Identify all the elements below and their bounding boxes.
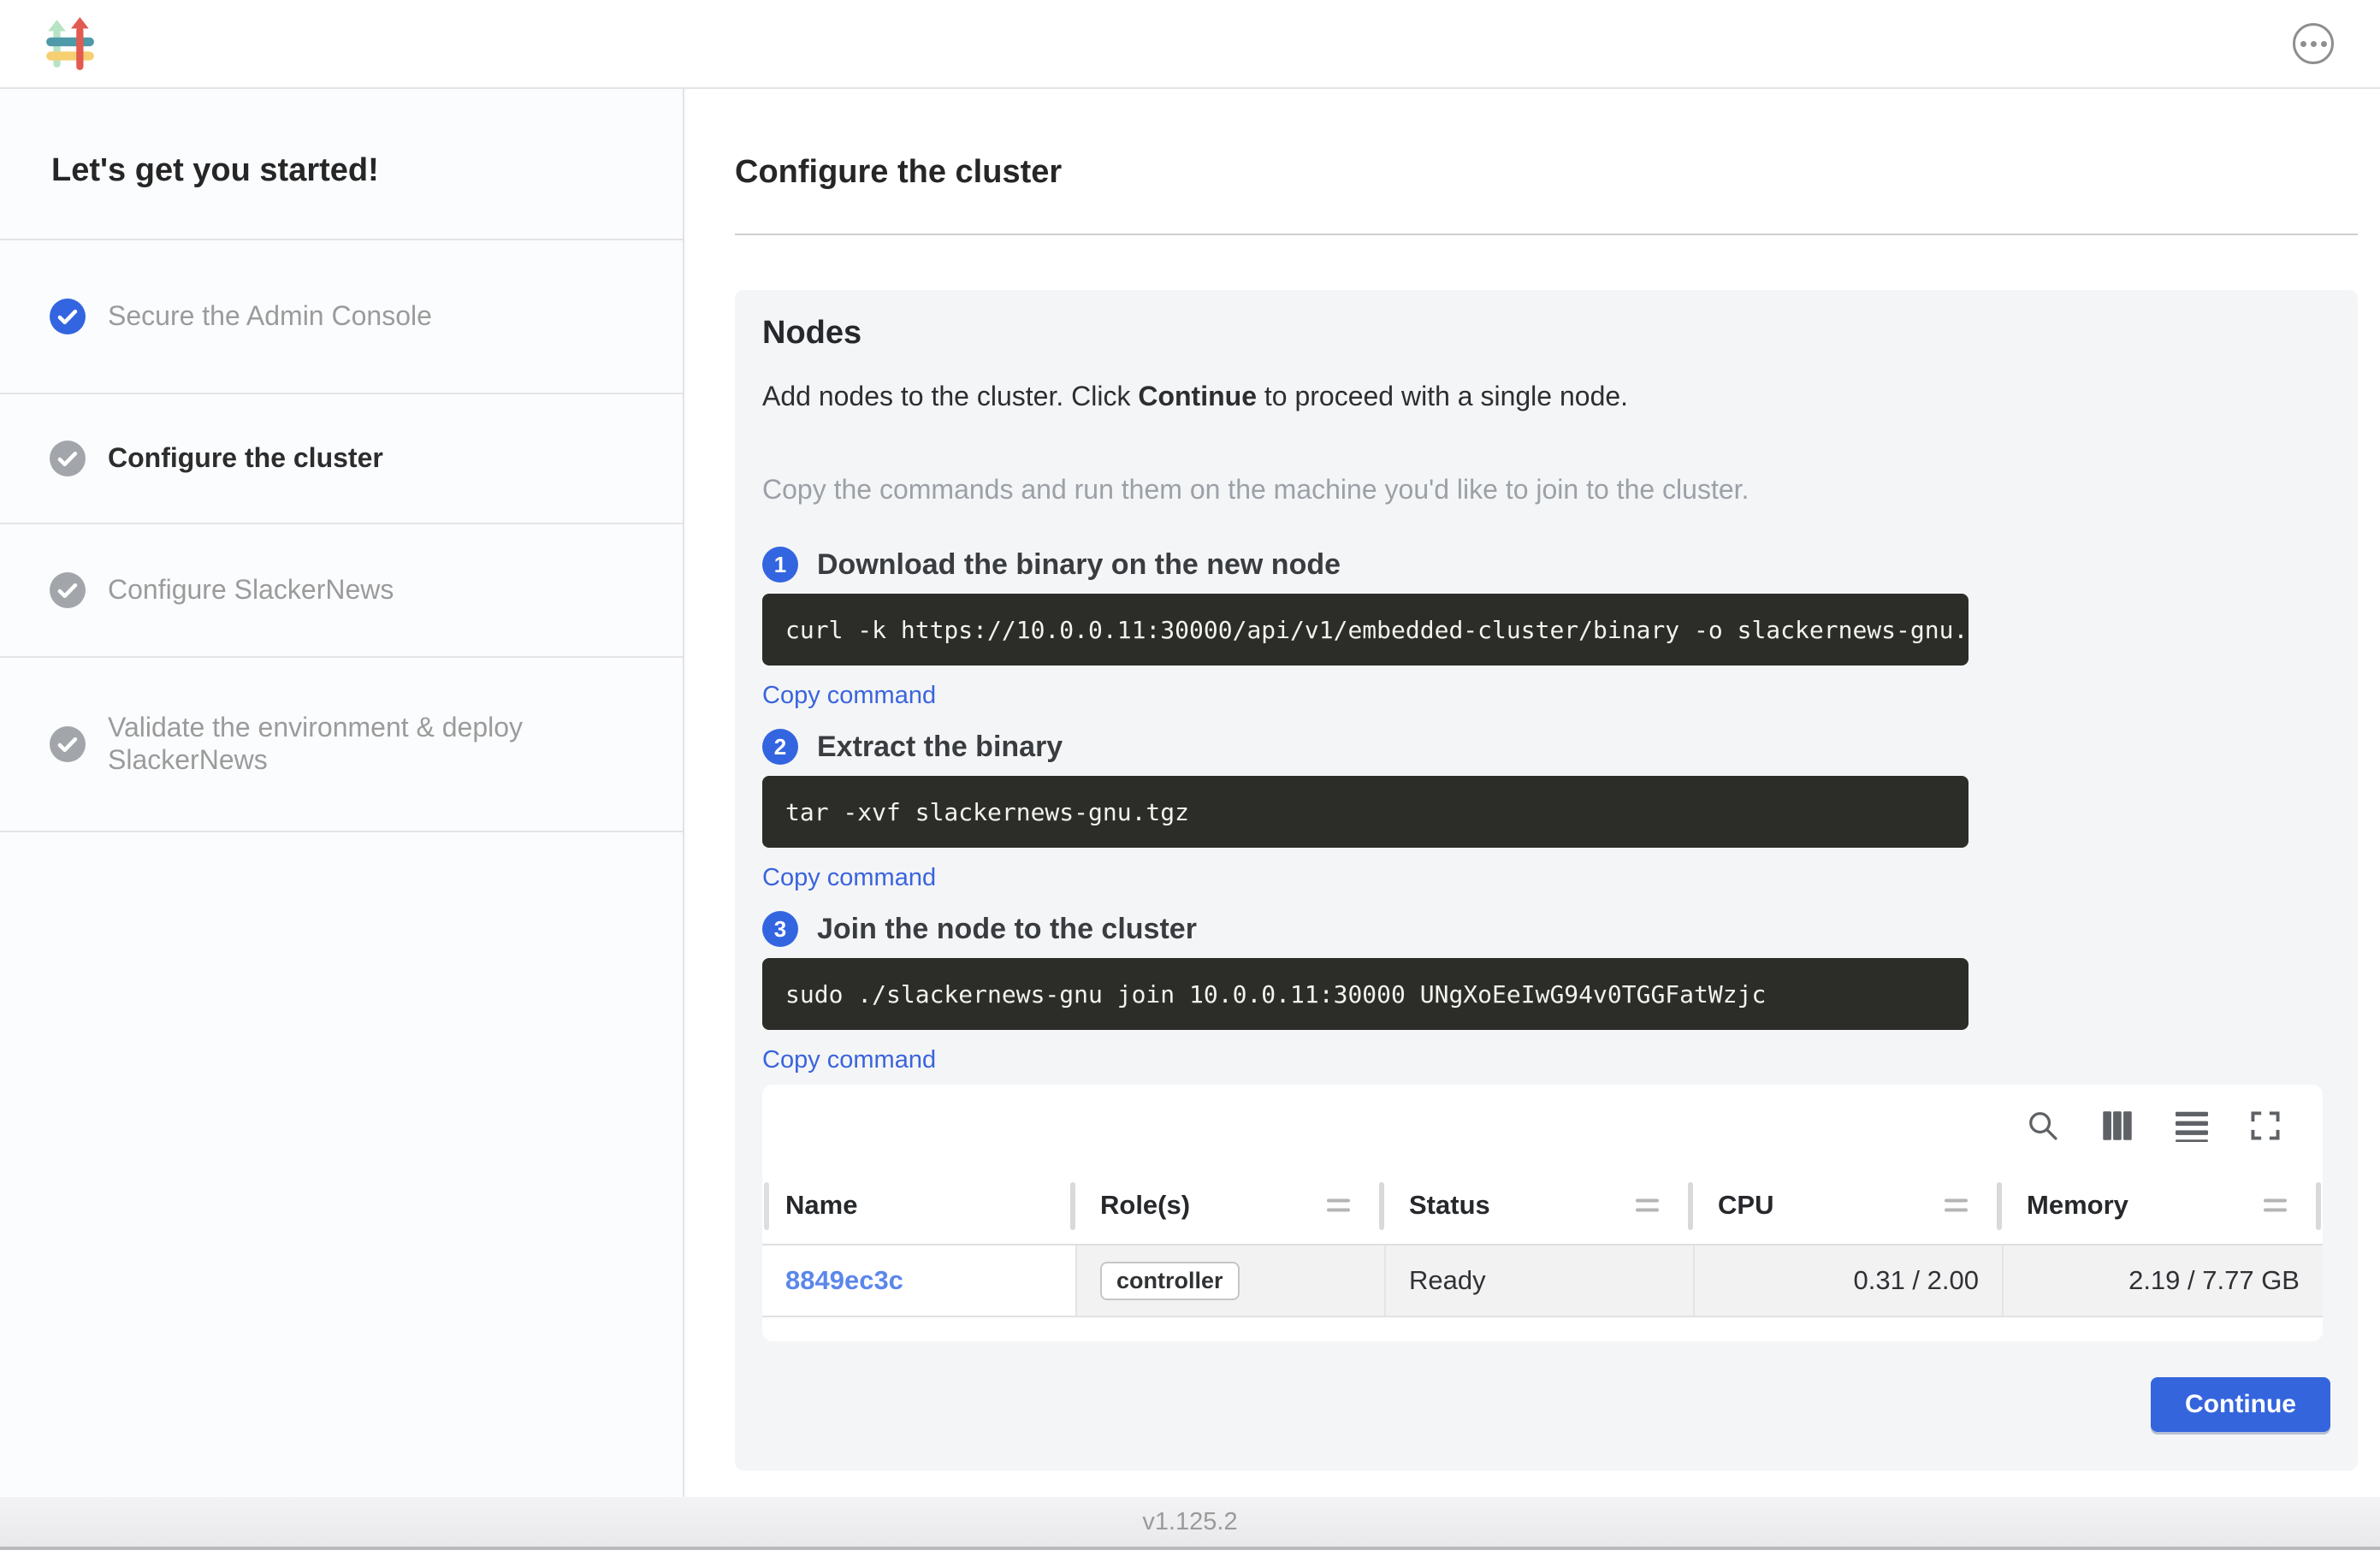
sidebar-item-configure-slackernews[interactable]: Configure SlackerNews — [0, 523, 683, 656]
copy-command-link[interactable]: Copy command — [762, 1045, 936, 1074]
setup-sidebar: Let's get you started! Secure the Admin … — [0, 89, 684, 1497]
command-code-block: curl -k https://10.0.0.11:30000/api/v1/e… — [762, 594, 1969, 666]
step-extract-binary: 2 Extract the binary tar -xvf slackernew… — [762, 729, 2330, 892]
check-circle-pending-icon — [50, 441, 86, 476]
column-header-name[interactable]: Name — [762, 1167, 1077, 1244]
column-header-label: Name — [785, 1190, 857, 1221]
content-row: Let's get you started! Secure the Admin … — [0, 89, 2380, 1497]
fullscreen-icon[interactable] — [2251, 1111, 2280, 1140]
continue-button[interactable]: Continue — [2151, 1377, 2330, 1432]
command-code-block: sudo ./slackernews-gnu join 10.0.0.11:30… — [762, 958, 1969, 1030]
command-code-block: tar -xvf slackernews-gnu.tgz — [762, 776, 1969, 848]
density-icon[interactable] — [2176, 1109, 2208, 1142]
app-footer: v1.125.2 — [0, 1497, 2380, 1550]
sidebar-item-label: Validate the environment & deploy Slacke… — [108, 712, 642, 777]
main-panel: Configure the cluster Nodes Add nodes to… — [684, 89, 2380, 1497]
node-name-link[interactable]: 8849ec3c — [785, 1265, 903, 1296]
column-menu-icon[interactable] — [1636, 1199, 1659, 1212]
step-number-badge: 2 — [762, 729, 798, 765]
sidebar-item-configure-cluster[interactable]: Configure the cluster — [0, 393, 683, 523]
column-header-label: Memory — [2027, 1190, 2128, 1221]
version-label: v1.125.2 — [1142, 1508, 1237, 1547]
step-label: Download the binary on the new node — [817, 548, 1341, 582]
column-header-memory[interactable]: Memory — [2004, 1167, 2323, 1244]
node-name-cell: 8849ec3c — [762, 1245, 1077, 1316]
step-label: Join the node to the cluster — [817, 913, 1197, 946]
column-menu-icon[interactable] — [2264, 1199, 2287, 1212]
node-status-cell: Ready — [1386, 1245, 1695, 1316]
column-resize-handle[interactable] — [1070, 1182, 1075, 1230]
column-resize-handle[interactable] — [1997, 1182, 2002, 1230]
search-icon[interactable] — [2027, 1109, 2059, 1142]
sidebar-item-label: Secure the Admin Console — [108, 300, 432, 333]
table-row: 8849ec3c controller Ready 0.31 / 2.00 2.… — [762, 1245, 2323, 1317]
node-roles-cell: controller — [1077, 1245, 1386, 1316]
intro-text-before: Add nodes to the cluster. Click — [762, 381, 1138, 411]
node-cpu-cell: 0.31 / 2.00 — [1695, 1245, 2004, 1316]
step-download-binary: 1 Download the binary on the new node cu… — [762, 547, 2330, 710]
table-header-row: Name Role(s) Status — [762, 1167, 2323, 1245]
column-menu-icon[interactable] — [1945, 1199, 1968, 1212]
column-header-status[interactable]: Status — [1386, 1167, 1695, 1244]
column-resize-handle[interactable] — [764, 1182, 769, 1230]
intro-text-bold: Continue — [1138, 381, 1257, 411]
copy-instruction-text: Copy the commands and run them on the ma… — [762, 474, 2330, 506]
columns-icon[interactable] — [2102, 1110, 2133, 1141]
copy-command-link[interactable]: Copy command — [762, 681, 936, 710]
top-bar — [0, 0, 2380, 89]
table-toolbar — [762, 1085, 2323, 1167]
column-header-label: Role(s) — [1100, 1190, 1190, 1221]
step-label: Extract the binary — [817, 731, 1063, 764]
sidebar-item-label: Configure SlackerNews — [108, 574, 394, 606]
node-memory-cell: 2.19 / 7.77 GB — [2004, 1245, 2323, 1316]
card-actions: Continue — [762, 1377, 2330, 1432]
step-join-node: 3 Join the node to the cluster sudo ./sl… — [762, 911, 2330, 1074]
page-title: Configure the cluster — [735, 153, 2358, 191]
sidebar-item-validate-deploy[interactable]: Validate the environment & deploy Slacke… — [0, 656, 683, 832]
intro-text-after: to proceed with a single node. — [1257, 381, 1628, 411]
admin-console-app: Let's get you started! Secure the Admin … — [0, 0, 2380, 1550]
check-circle-complete-icon — [50, 299, 86, 334]
role-chip: controller — [1100, 1262, 1240, 1300]
copy-command-link[interactable]: Copy command — [762, 863, 936, 892]
nodes-intro-text: Add nodes to the cluster. Click Continue… — [762, 381, 2330, 412]
column-resize-handle[interactable] — [2316, 1182, 2321, 1230]
column-header-roles[interactable]: Role(s) — [1077, 1167, 1386, 1244]
column-header-label: Status — [1409, 1190, 1490, 1221]
step-number-badge: 1 — [762, 547, 798, 583]
sidebar-item-label: Configure the cluster — [108, 442, 383, 475]
column-menu-icon[interactable] — [1327, 1199, 1350, 1212]
check-circle-pending-icon — [50, 572, 86, 608]
nodes-card: Nodes Add nodes to the cluster. Click Co… — [735, 290, 2358, 1470]
slackernews-logo-icon — [46, 17, 94, 70]
nodes-heading: Nodes — [762, 314, 2330, 352]
sidebar-item-secure-admin-console[interactable]: Secure the Admin Console — [0, 239, 683, 393]
step-number-badge: 3 — [762, 911, 798, 947]
sidebar-title: Let's get you started! — [0, 89, 683, 189]
ellipsis-menu-icon[interactable] — [2293, 23, 2334, 64]
column-header-cpu[interactable]: CPU — [1695, 1167, 2004, 1244]
column-resize-handle[interactable] — [1688, 1182, 1693, 1230]
column-resize-handle[interactable] — [1379, 1182, 1384, 1230]
title-divider — [735, 234, 2358, 235]
nodes-table-card: Name Role(s) Status — [762, 1085, 2323, 1341]
check-circle-pending-icon — [50, 726, 86, 762]
column-header-label: CPU — [1718, 1190, 1773, 1221]
